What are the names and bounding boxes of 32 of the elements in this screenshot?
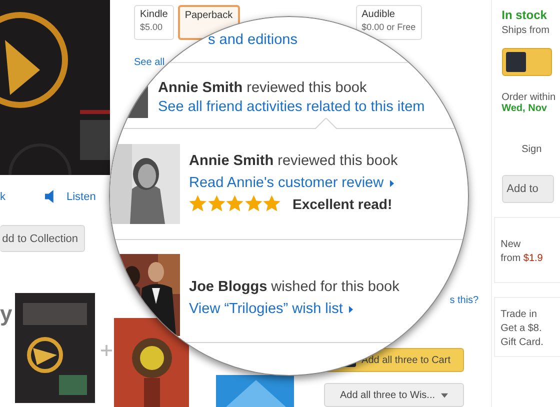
review-link[interactable]: Read Annie's customer review [189,172,398,194]
cart-button[interactable] [502,48,552,76]
new-offer-link[interactable]: New [500,239,554,250]
look-link[interactable]: k [0,190,6,202]
see-all-link[interactable]: See all [134,57,165,68]
caret-icon [441,392,448,398]
add-to-button[interactable]: Add to [502,175,554,203]
listen-link[interactable]: Listen [66,190,96,202]
cart-icon [506,52,526,72]
add-to-wishlist-button[interactable]: Add all three to Wis... [324,383,464,407]
section-heading: y [0,301,14,327]
trade-in-text: Gift Card. [500,337,544,348]
activity-text: Joe Bloggs wished for this book [189,278,400,297]
friend-activities-link[interactable]: See all friend activities related to this item [158,98,425,114]
offer-prefix: from [500,253,521,264]
trade-in-text: Get a $8. [500,323,543,334]
plus-icon [101,345,112,356]
trade-in-text: Trade in [500,309,538,320]
order-within-text: Order within [502,92,557,103]
whats-this-link[interactable]: s this? [450,295,479,306]
sign-in-link[interactable]: Sign [522,144,560,155]
ships-from-text: Ships from [502,25,550,36]
offer-price: $1.9 [523,253,543,264]
activity-text: Annie Smith reviewed this book [158,78,368,98]
caret-icon [348,306,353,312]
delivery-date: Wed, Nov [502,103,548,114]
wish-list-link[interactable]: View “Trilogies” wish list [189,298,400,320]
add-to-collection-button[interactable]: dd to Collection [0,225,85,252]
stock-status: In stock [502,8,548,22]
caret-icon [390,180,394,186]
activity-text: Annie Smith reviewed this book [189,152,398,171]
review-title: Excellent read! [292,196,392,212]
